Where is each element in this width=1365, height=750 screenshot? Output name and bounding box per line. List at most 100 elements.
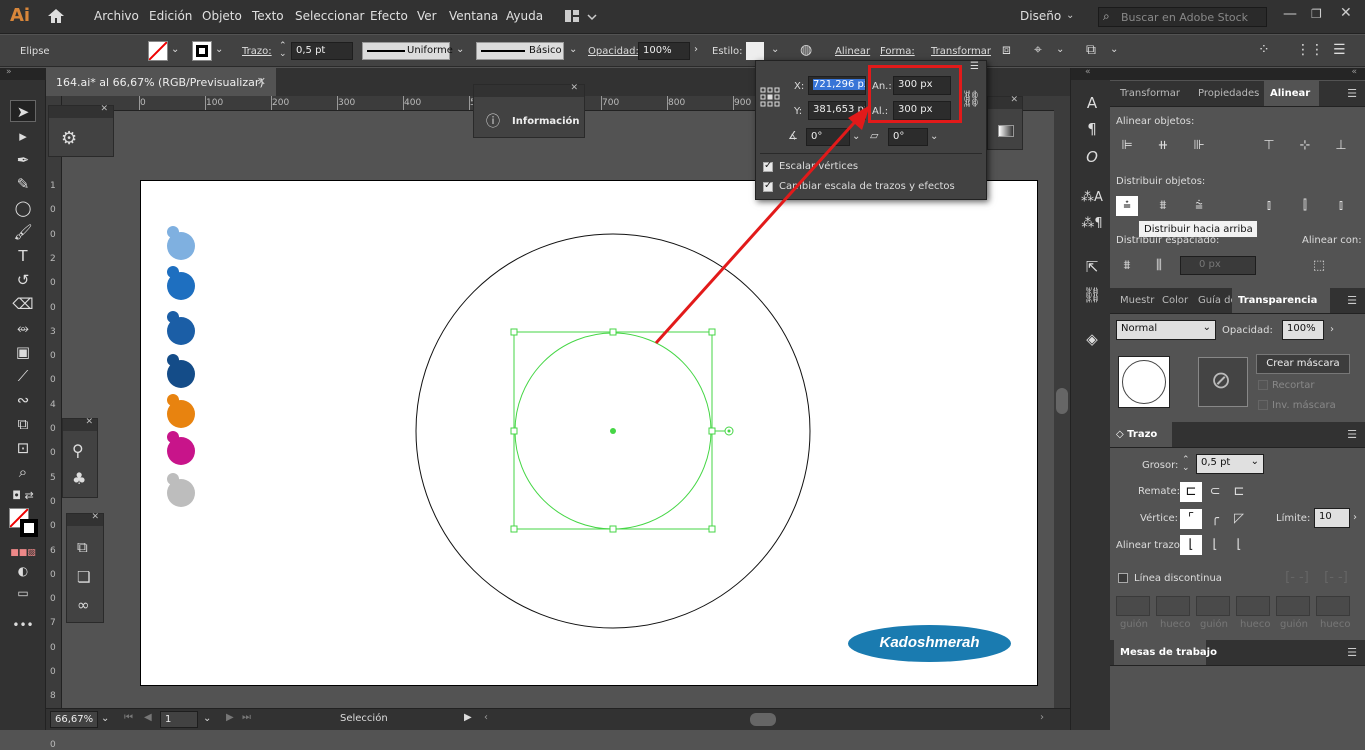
tab-mesas-de-trabajo[interactable]: Mesas de trabajo (1114, 640, 1217, 665)
distribute-horizontal-space-icon[interactable]: ⫼ (1148, 256, 1170, 276)
shape-link[interactable]: Forma: (880, 46, 915, 57)
bevel-join-icon[interactable]: ◸ (1228, 509, 1250, 529)
curvature-tool-icon[interactable]: ✎ (10, 173, 36, 195)
chevron-right-icon[interactable]: › (1330, 324, 1334, 335)
width-tool-icon[interactable]: ⥈ (10, 317, 36, 339)
direct-selection-tool-icon[interactable]: ▸ (10, 125, 36, 147)
more-tools-icon[interactable]: ••• (10, 614, 36, 636)
home-icon[interactable] (46, 7, 66, 25)
distribute-bottom-icon[interactable]: ⩭ (1188, 196, 1210, 216)
miter-join-icon[interactable]: ⌜ (1180, 509, 1202, 529)
round-cap-icon[interactable]: ⊂ (1204, 482, 1226, 502)
spacing-field[interactable]: 0 px (1180, 256, 1256, 275)
align-to-selection-icon[interactable]: ⬚ (1308, 256, 1330, 276)
shape-builder-tool-icon[interactable]: ⧉ (10, 413, 36, 435)
selection-tool-icon[interactable]: ➤ (10, 100, 36, 122)
tab-color[interactable]: Color (1156, 288, 1194, 313)
dash-preserve-icon[interactable]: [‐ ‐] (1280, 568, 1314, 588)
paintbrush-tool-icon[interactable]: 🖌 (10, 221, 36, 243)
links-icon[interactable]: ⛓ (1081, 286, 1103, 306)
artwork-svg[interactable] (140, 180, 1038, 686)
menu-seleccionar[interactable]: Seleccionar (295, 9, 364, 23)
gradient-icon[interactable] (998, 125, 1014, 137)
weight-field[interactable]: 0,5 pt ⌄ (1196, 454, 1264, 474)
gap-field[interactable] (1236, 596, 1270, 616)
align-stroke-center-icon[interactable]: ⌊ (1180, 535, 1202, 555)
club-icon[interactable]: ♣ (72, 469, 86, 488)
info-panel-title[interactable]: Información (512, 116, 580, 127)
artboard-tool-icon[interactable]: ⊡ (10, 437, 36, 459)
distribute-vcenter-icon[interactable]: ⩩ (1152, 196, 1174, 216)
stroke-profile-select[interactable]: Uniforme (362, 42, 453, 60)
menu-ventana[interactable]: Ventana (449, 9, 498, 23)
opentype-icon[interactable]: O (1081, 148, 1103, 168)
make-mask-button[interactable]: Crear máscara (1256, 354, 1350, 374)
object-thumbnail[interactable] (1118, 356, 1170, 408)
default-colors-icon[interactable]: ◘ ⇄ (10, 485, 36, 507)
blend-tool-icon[interactable]: ∾ (10, 389, 36, 411)
export-icon[interactable]: ⧉ (77, 538, 88, 556)
mask-thumbnail[interactable]: ⊘ (1198, 357, 1248, 407)
transparency-opacity-field[interactable]: 100% (1282, 320, 1324, 340)
last-page-icon[interactable]: ⏭ (242, 712, 251, 723)
opacity-field[interactable]: 100% (638, 42, 690, 60)
stepper-icon[interactable]: ⌃ ⌄ (1182, 456, 1190, 473)
align-stroke-outside-icon[interactable]: ⌊ (1228, 535, 1250, 555)
round-join-icon[interactable]: ╭ (1204, 509, 1226, 529)
brush-select[interactable]: Básico (476, 42, 564, 60)
chevron-right-icon[interactable]: › (1353, 512, 1357, 523)
chevron-down-icon[interactable]: ⌄ (456, 44, 464, 55)
scroll-left-arrow[interactable]: ‹ (484, 712, 488, 723)
menu-archivo[interactable]: Archivo (94, 9, 139, 23)
horizontal-scroll-thumb[interactable] (750, 713, 776, 726)
align-hcenter-icon[interactable]: ⧺ (1152, 136, 1174, 156)
stroke-weight-field[interactable]: 0,5 pt (291, 42, 353, 60)
align-bottom-icon[interactable]: ⊥ (1330, 136, 1352, 156)
close-icon[interactable]: ✕ (1340, 5, 1352, 21)
menu-icon[interactable]: ☰ (970, 61, 979, 72)
distribute-top-icon[interactable]: ⩮ (1116, 196, 1138, 216)
tab-transparencia[interactable]: Transparencia (1232, 288, 1330, 313)
align-top-icon[interactable]: ⊤ (1258, 136, 1280, 156)
dashed-line-checkbox[interactable] (1118, 573, 1128, 583)
chevron-down-icon[interactable]: ⌄ (215, 44, 223, 55)
tab-propiedades[interactable]: Propiedades (1192, 81, 1265, 106)
dash-align-icon[interactable]: [‐ ‐] (1318, 568, 1354, 588)
paragraph-icon[interactable]: ¶ (1081, 120, 1103, 140)
previous-page-icon[interactable]: ◀ (144, 712, 152, 723)
menu-edicion[interactable]: Edición (149, 9, 192, 23)
chevron-down-icon[interactable]: ⌄ (101, 713, 109, 724)
rotate-tool-icon[interactable]: ↺ (10, 269, 36, 291)
pen-tool-icon[interactable]: ✒ (10, 149, 36, 171)
ellipse-tool-icon[interactable]: ◯ (10, 197, 36, 219)
transform-link[interactable]: Transformar (931, 46, 991, 57)
type-tool-icon[interactable]: T (10, 245, 36, 267)
paragraph-styles-icon[interactable]: ⁂¶ (1081, 216, 1103, 236)
chevron-right-icon[interactable]: › (694, 44, 698, 55)
style-swatch[interactable] (746, 42, 764, 60)
menu-icon[interactable]: ☰ (1347, 87, 1357, 100)
stroke-label[interactable]: Trazo: (242, 46, 272, 57)
zoom-tool-icon[interactable]: ⌕ (10, 461, 36, 483)
layers-icon[interactable]: ◈ (1081, 330, 1103, 350)
status-menu-arrow[interactable]: ▶ (464, 712, 472, 723)
zoom-field[interactable]: 66,67% (50, 711, 98, 728)
scroll-thumb[interactable] (1056, 388, 1068, 414)
chevron-down-icon[interactable]: ⌄ (569, 44, 577, 55)
panel-arrange-icon[interactable]: ⋮⋮ (1296, 42, 1324, 58)
align-link[interactable]: Alinear (835, 46, 870, 57)
minimize-icon[interactable]: — (1283, 6, 1297, 22)
tab-alinear[interactable]: Alinear (1264, 81, 1319, 106)
butt-cap-icon[interactable]: ⊏ (1180, 482, 1202, 502)
align-left-icon[interactable]: ⊫ (1116, 136, 1138, 156)
cc-libraries-icon[interactable]: ∞ (77, 596, 90, 614)
menu-objeto[interactable]: Objeto (202, 9, 242, 23)
chevron-down-icon[interactable]: ⌄ (930, 131, 938, 142)
chevron-down-icon[interactable]: ⌄ (1110, 44, 1118, 55)
isolate-icon[interactable]: ⧈ (1002, 42, 1011, 58)
menu-ver[interactable]: Ver (417, 9, 437, 23)
distribute-right-icon[interactable]: ⫾ (1330, 196, 1352, 216)
fill-swatch[interactable] (148, 41, 168, 61)
gap-field[interactable] (1316, 596, 1350, 616)
align-vcenter-icon[interactable]: ⊹ (1294, 136, 1316, 156)
